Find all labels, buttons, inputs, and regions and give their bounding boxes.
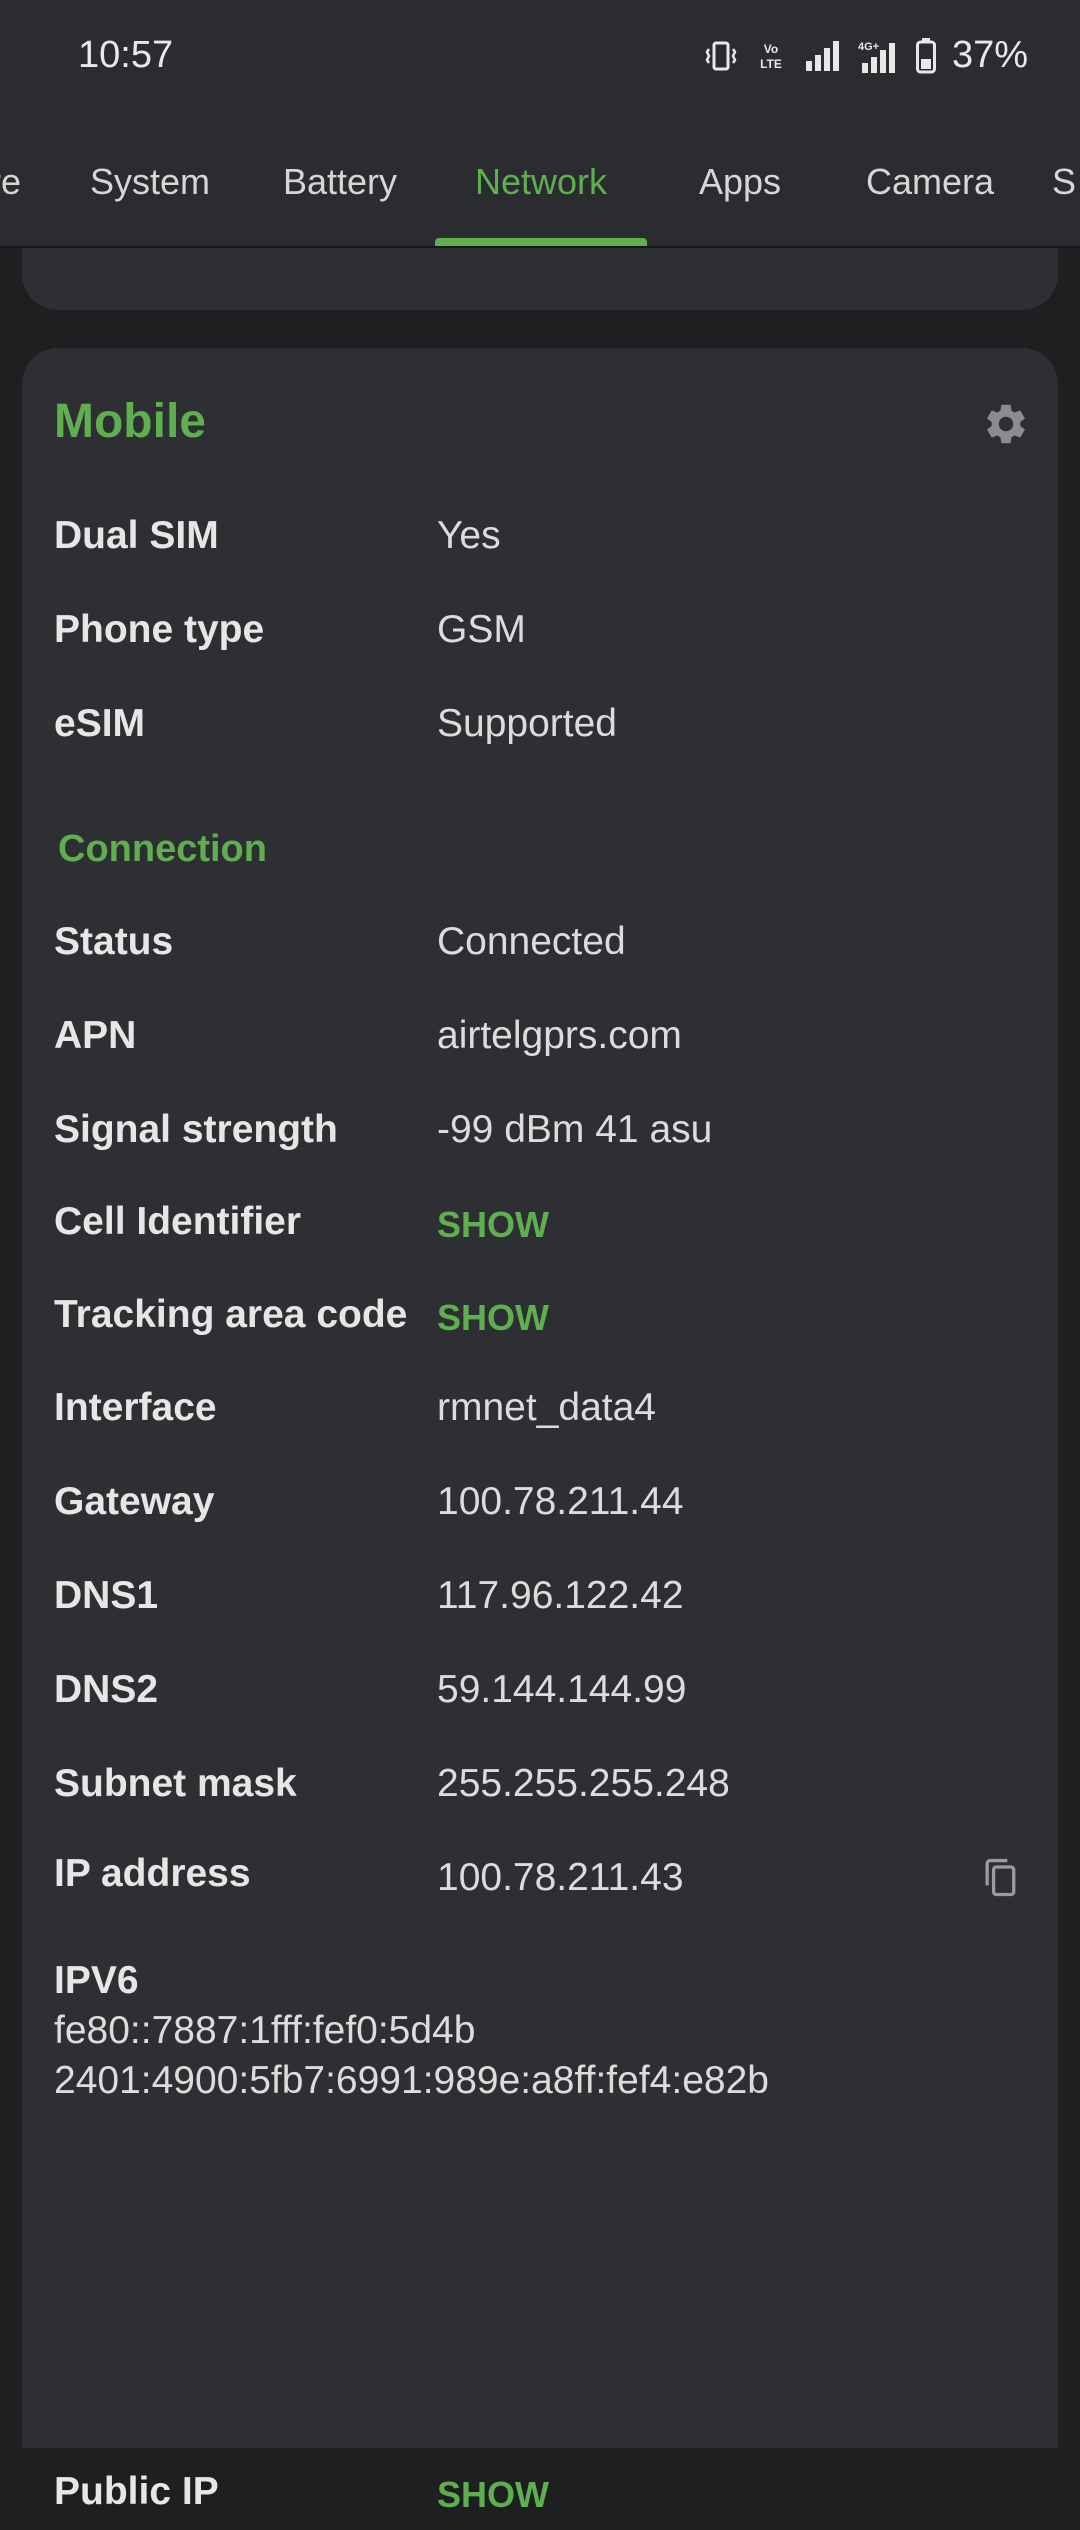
row-value: 59.144.144.99: [437, 1668, 687, 1711]
tab-camera[interactable]: Camera: [850, 118, 1010, 246]
card-title: Mobile: [54, 395, 206, 448]
row-label: Signal strength: [54, 1108, 338, 1151]
ipv6-address: fe80::7887:1fff:fef0:5d4b: [54, 2009, 476, 2052]
row-label: Dual SIM: [54, 514, 219, 557]
row-dns2: DNS2 59.144.144.99: [54, 1668, 1044, 1728]
row-dual-sim: Dual SIM Yes: [54, 514, 1044, 574]
row-label: eSIM: [54, 702, 146, 745]
row-public-ip: Public IP SHOW: [54, 2470, 1044, 2530]
ipv6-address: 2401:4900:5fb7:6991:989e:a8ff:fef4:e82b: [54, 2059, 769, 2102]
row-tracking-area-code: Tracking area code SHOW: [54, 1293, 1044, 1353]
volte-icon: Vo LTE: [754, 39, 788, 73]
row-value: Yes: [437, 514, 501, 557]
row-label: Interface: [54, 1386, 217, 1429]
mobile-card: Mobile Dual SIM Yes Phone type GSM eSIM …: [22, 348, 1058, 2515]
row-subnet-mask: Subnet mask 255.255.255.248: [54, 1762, 1044, 1822]
copy-icon[interactable]: [978, 1854, 1022, 1902]
row-value: -99 dBm 41 asu: [437, 1108, 713, 1151]
volte-top-text: Vo: [764, 42, 778, 56]
status-icons: Vo LTE 4G+ 37%: [704, 34, 1028, 77]
show-public-ip-button[interactable]: SHOW: [437, 2474, 549, 2516]
signal-icon: [804, 40, 842, 71]
gear-icon[interactable]: [982, 400, 1030, 448]
row-interface: Interface rmnet_data4: [54, 1386, 1044, 1446]
volte-bottom-text: LTE: [760, 57, 782, 71]
row-label: DNS2: [54, 1668, 159, 1711]
row-value: GSM: [437, 608, 526, 651]
row-value: 100.78.211.43: [437, 1856, 684, 1899]
row-value: Supported: [437, 702, 617, 745]
row-label: IP address: [54, 1852, 251, 1895]
vibrate-icon: [704, 39, 738, 73]
row-value: airtelgprs.com: [437, 1014, 682, 1057]
tab-system[interactable]: System: [80, 118, 220, 246]
ipv6-block: IPV6 fe80::7887:1fff:fef0:5d4b 2401:4900…: [54, 1956, 769, 2106]
row-dns1: DNS1 117.96.122.42: [54, 1574, 1044, 1634]
row-phone-type: Phone type GSM: [54, 608, 1044, 668]
tab-bar: re System Battery Network Apps Camera S: [0, 118, 1080, 248]
battery-percent: 37%: [951, 34, 1028, 76]
ipv6-label: IPV6: [54, 1959, 139, 2002]
row-label: Tracking area code: [54, 1293, 408, 1336]
row-apn: APN airtelgprs.com: [54, 1014, 1044, 1074]
row-label: Public IP: [54, 2470, 219, 2513]
status-bar: 10:57 Vo LTE 4G+ 37%: [0, 0, 1080, 118]
row-esim: eSIM Supported: [54, 702, 1044, 762]
tab-sensors[interactable]: S: [1052, 118, 1080, 246]
row-value: 255.255.255.248: [437, 1762, 730, 1805]
row-label: Phone type: [54, 608, 265, 651]
row-value: Connected: [437, 920, 626, 963]
row-cell-identifier: Cell Identifier SHOW: [54, 1200, 1044, 1260]
row-label: Status: [54, 920, 174, 963]
tab-network[interactable]: Network: [435, 118, 647, 246]
row-value: 117.96.122.42: [437, 1574, 684, 1617]
row-label: DNS1: [54, 1574, 159, 1617]
show-tac-button[interactable]: SHOW: [437, 1297, 549, 1339]
show-cell-id-button[interactable]: SHOW: [437, 1204, 549, 1246]
connection-section-header: Connection: [58, 828, 267, 870]
battery-icon: [915, 37, 936, 74]
row-value: rmnet_data4: [437, 1386, 656, 1429]
row-value: 100.78.211.44: [437, 1480, 684, 1523]
previous-card: [22, 248, 1058, 310]
row-label: Subnet mask: [54, 1762, 297, 1805]
tab-hardware[interactable]: re: [0, 118, 30, 246]
status-time: 10:57: [78, 34, 174, 76]
row-ip-address: IP address 100.78.211.43: [54, 1852, 1044, 1912]
tab-apps[interactable]: Apps: [680, 118, 800, 246]
row-gateway: Gateway 100.78.211.44: [54, 1480, 1044, 1540]
active-tab-indicator: [435, 238, 647, 246]
row-label: APN: [54, 1014, 137, 1057]
row-label: Cell Identifier: [54, 1200, 302, 1243]
signal-4g-icon: 4G+: [858, 39, 900, 73]
row-label: Gateway: [54, 1480, 215, 1523]
row-status: Status Connected: [54, 920, 1044, 980]
network-badge-text: 4G+: [858, 41, 879, 53]
tab-battery[interactable]: Battery: [270, 118, 410, 246]
row-signal-strength: Signal strength -99 dBm 41 asu: [54, 1108, 1044, 1168]
